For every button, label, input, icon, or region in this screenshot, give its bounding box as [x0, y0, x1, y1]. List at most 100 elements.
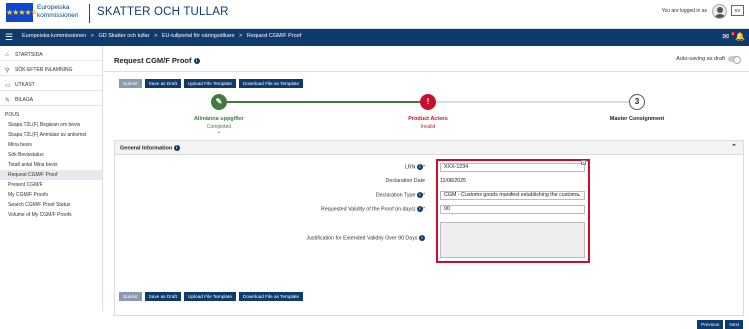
download-template-button[interactable]: Download File as Template: [238, 79, 304, 88]
eu-name-line1: Europeiska: [37, 4, 70, 11]
next-button[interactable]: Next: [725, 320, 743, 329]
upload-template-button[interactable]: Upload File Template: [184, 292, 236, 301]
justification-label: Justification for Extended Validity Over…: [306, 235, 425, 241]
step-3-label: Master Consignment: [609, 116, 665, 122]
page-header: Request CGM/F Proof i Auto-saving as dra…: [104, 46, 749, 72]
sidebar-item-volume-cgmf[interactable]: Volume of My CGM/F Proofs: [0, 210, 102, 220]
sidebar-item-label: STARTSIDA: [15, 52, 43, 58]
document-icon: ▭: [5, 82, 11, 89]
chevron-up-icon[interactable]: ⌃: [731, 143, 737, 151]
requested-validity-label: Requested Validity of the Proof (in days…: [321, 206, 425, 213]
eu-commission-name: Europeiska kommissionen: [37, 4, 79, 20]
declaration-type-value: CGM - Customs goods manifest establishin…: [444, 192, 579, 198]
sidebar-item-request-cgmf[interactable]: Request CGM/F Proof: [0, 170, 102, 180]
main-content: Request CGM/F Proof i Auto-saving as dra…: [104, 46, 749, 329]
eu-name-line2: kommissionen: [37, 12, 79, 19]
step-1-circle[interactable]: ✎: [211, 94, 227, 110]
breadcrumb-separator: >: [154, 33, 158, 39]
sidebar-item-startsida[interactable]: ⌂ STARTSIDA: [0, 46, 102, 61]
submit-button[interactable]: Submit: [119, 79, 142, 88]
required-marker: *: [422, 164, 425, 171]
top-toolbar: Submit Save as Draft Upload File Templat…: [119, 79, 304, 88]
info-icon[interactable]: i: [193, 58, 200, 65]
breadcrumb-bar: ☰ Europeiska kommissionen > GD Skatter o…: [0, 29, 749, 46]
user-avatar[interactable]: [712, 4, 727, 19]
bottom-toolbar: Submit Save as Draft Upload File Templat…: [119, 292, 304, 301]
paperclip-icon: ✎: [5, 97, 11, 104]
sidebar-item-sok[interactable]: ⚲ SÖK EFTER INLAMNING: [0, 61, 102, 76]
login-status-text: You are logged in as: [661, 8, 707, 14]
step-2-label: Product Actors: [408, 116, 448, 122]
app-title: SKATTER OCH TULLAR: [97, 6, 229, 18]
requested-validity-input[interactable]: 90: [440, 205, 585, 214]
general-info-title: General Information: [120, 145, 173, 152]
sidebar-item-t2l-arrival[interactable]: Skapa T2L(F) Anmälan av ankomst: [0, 130, 102, 140]
breadcrumb-current: Request CGM/F Proof: [246, 33, 302, 39]
step-navigation: Previous Next: [697, 320, 743, 329]
declaration-type-label: Declaration Type i *: [375, 192, 425, 199]
sidebar-section-pous[interactable]: POUS: [0, 106, 102, 120]
previous-button[interactable]: Previous: [697, 320, 724, 329]
sidebar-item-present-cgmf[interactable]: Present CGM/F: [0, 180, 102, 190]
autosave-control: Auto-saving as draft: [676, 56, 741, 64]
breadcrumb-separator: >: [90, 33, 94, 39]
sidebar-item-label: UTKAST: [15, 82, 35, 88]
info-icon[interactable]: i: [419, 235, 425, 241]
sidebar: ⌂ STARTSIDA ⚲ SÖK EFTER INLAMNING ▭ UTKAST …: [0, 46, 103, 311]
sidebar-item-t2l-request[interactable]: Skapa T2L(F) Begäran om bevis: [0, 120, 102, 130]
search-icon: ⚲: [5, 67, 10, 74]
general-info-panel: General Information i ⌃ LRN i * XXX-1234 …: [114, 140, 744, 316]
step-1-active-dot: •: [218, 130, 220, 136]
sidebar-item-bilaga[interactable]: ✎ BILAGA: [0, 91, 102, 106]
info-icon[interactable]: i: [173, 145, 180, 151]
justification-textarea[interactable]: [440, 222, 585, 258]
save-draft-button[interactable]: Save as Draft: [144, 292, 181, 301]
home-icon: ⌂: [5, 52, 9, 58]
sidebar-item-search-cgmf[interactable]: Search CGM/F Proof Status: [0, 200, 102, 210]
upload-template-button[interactable]: Upload File Template: [184, 79, 236, 88]
submit-button[interactable]: Submit: [119, 292, 142, 301]
step-3-circle[interactable]: 3: [629, 94, 645, 110]
page-title-text: Request CGM/F Proof: [114, 56, 192, 65]
sidebar-item-my-proofs[interactable]: Mina bevis: [0, 140, 102, 150]
declaration-type-select[interactable]: CGM - Customs goods manifest establishin…: [440, 191, 585, 200]
required-marker: *: [422, 192, 425, 199]
sidebar-item-label: BILAGA: [15, 97, 34, 103]
sidebar-item-proof-status[interactable]: Sök Bevisstatus: [0, 150, 102, 160]
clear-input-icon[interactable]: ×: [581, 160, 586, 165]
chevron-down-icon: ⌄: [576, 192, 581, 198]
step-line-pending: [436, 101, 632, 103]
top-header: ★★★★★ Europeiska kommissionen SKATTER OC…: [0, 0, 749, 29]
declaration-date-value: 11/08/2025: [440, 178, 467, 184]
sidebar-item-utkast[interactable]: ▭ UTKAST: [0, 76, 102, 91]
breadcrumb-trader-portal[interactable]: EU-tullportal för näringsidkare: [162, 33, 235, 39]
step-2-circle[interactable]: !: [420, 94, 436, 110]
general-info-header[interactable]: General Information i ⌃: [115, 141, 743, 155]
page-title: Request CGM/F Proof i: [114, 56, 200, 65]
save-draft-button[interactable]: Save as Draft: [144, 79, 181, 88]
breadcrumb-separator: >: [239, 33, 243, 39]
language-selector[interactable]: SV: [731, 5, 744, 16]
autosave-label: Auto-saving as draft: [676, 56, 725, 62]
lrn-label: LRN i *: [404, 164, 425, 171]
bell-icon[interactable]: 🔔: [735, 32, 745, 41]
eu-flag-logo: ★★★★★: [6, 3, 38, 22]
notification-icon[interactable]: ✉: [722, 32, 729, 41]
declaration-date-label: Declaration Date: [385, 178, 425, 184]
breadcrumb-taxud[interactable]: GD Skatter och tullar: [98, 33, 149, 39]
header-divider: [89, 4, 90, 23]
step-2-status: Invalid: [420, 124, 436, 130]
menu-icon[interactable]: ☰: [5, 33, 13, 42]
breadcrumb: Europeiska kommissionen > GD Skatter och…: [22, 33, 304, 39]
autosave-toggle[interactable]: [728, 56, 741, 64]
sidebar-item-total-proofs[interactable]: Totalt antal Mina bevis: [0, 160, 102, 170]
sidebar-item-label: SÖK EFTER INLAMNING: [15, 67, 73, 73]
download-template-button[interactable]: Download File as Template: [238, 292, 304, 301]
lrn-input[interactable]: XXX-1234: [440, 163, 585, 172]
required-marker: *: [422, 206, 425, 213]
step-1-label: Allmänna uppgifter: [193, 116, 245, 122]
sidebar-item-my-cgmf-proofs[interactable]: My CGM/F Proofs: [0, 190, 102, 200]
breadcrumb-commission[interactable]: Europeiska kommissionen: [22, 33, 86, 39]
step-line-completed: [226, 101, 428, 103]
notification-count-badge: 8: [730, 31, 735, 36]
